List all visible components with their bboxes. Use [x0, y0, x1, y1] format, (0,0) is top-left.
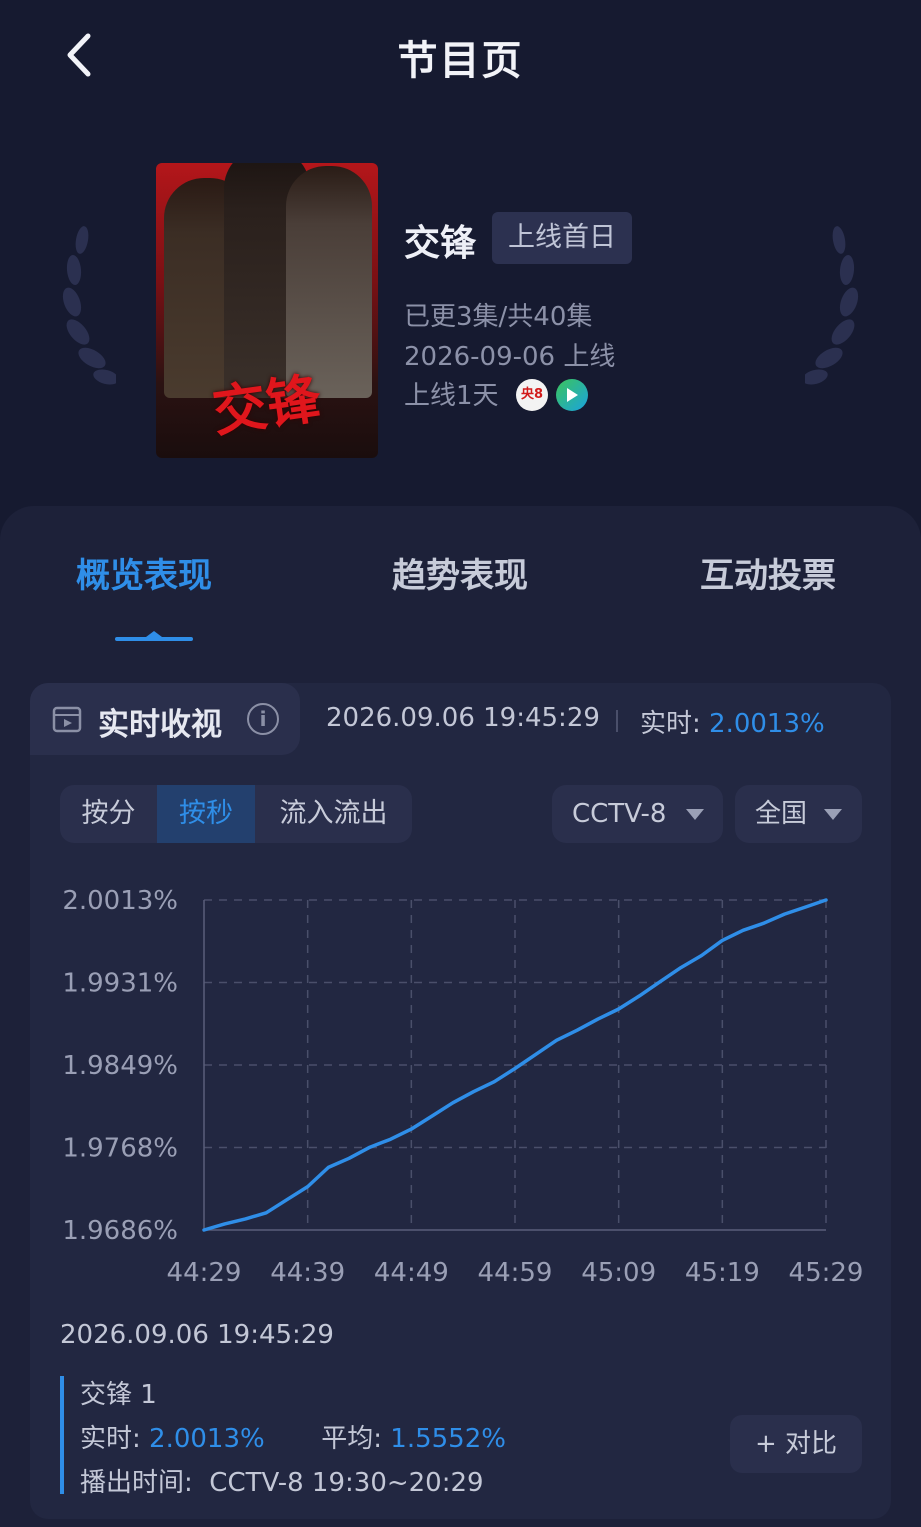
laurel-right-icon — [805, 226, 859, 385]
x-tick-label: 44:39 — [270, 1258, 345, 1288]
x-tick-label: 44:49 — [374, 1258, 449, 1288]
platform-icons: 央8 — [516, 379, 588, 411]
episode-count: 已更3集/共40集 — [404, 302, 593, 332]
realtime-title: 实时收视 — [98, 707, 222, 743]
y-tick-label: 1.9849% — [62, 1051, 178, 1081]
x-tick-label: 44:59 — [478, 1258, 553, 1288]
x-tick-label: 44:29 — [167, 1258, 242, 1288]
caret-down-icon — [686, 809, 704, 820]
caret-down-icon — [824, 809, 842, 820]
detail-name: 交锋 1 — [80, 1380, 157, 1410]
realtime-timestamp: 2026.09.06 19:45:29 — [326, 703, 600, 733]
status-badge: 上线首日 — [492, 212, 632, 264]
detail-airtime: 播出时间: CCTV-8 19:30~20:29 — [80, 1468, 484, 1498]
tab-indicator — [115, 631, 193, 641]
segment-flow[interactable]: 流入流出 — [255, 785, 412, 843]
channel-dropdown[interactable]: CCTV-8 — [552, 785, 723, 843]
detail-values: 实时: 2.0013% 平均: 1.5552% — [80, 1418, 506, 1455]
x-tick-label: 45:29 — [789, 1258, 864, 1288]
legend-color-bar — [60, 1376, 64, 1494]
release-date: 2026-09-06 上线 — [404, 342, 616, 372]
realtime-value: 2.0013% — [709, 709, 825, 739]
detail-timestamp: 2026.09.06 19:45:29 — [60, 1320, 334, 1350]
region-value: 全国 — [755, 799, 808, 829]
page-title: 节目页 — [397, 38, 524, 84]
poster-title: 交锋 — [208, 365, 325, 445]
tv-icon — [52, 706, 82, 733]
x-tick-label: 45:19 — [685, 1258, 760, 1288]
channel-value: CCTV-8 — [572, 799, 667, 829]
tab-vote[interactable]: 互动投票 — [700, 548, 836, 597]
realtime-value-label: 实时: 2.0013% — [640, 703, 825, 740]
region-dropdown[interactable]: 全国 — [735, 785, 862, 843]
show-title: 交锋 — [404, 223, 477, 264]
detail-realtime-value: 2.0013% — [149, 1424, 265, 1454]
compare-button[interactable]: + 对比 — [730, 1415, 862, 1473]
realtime-label-text: 实时: — [640, 709, 710, 739]
realtime-line-chart[interactable]: 2.0013% 1.9931% 1.9849% 1.9768% 1.9686% 44:29… — [50, 875, 880, 1295]
divider — [616, 710, 618, 732]
tab-trend[interactable]: 趋势表现 — [392, 548, 528, 597]
segment-by-minute[interactable]: 按分 — [60, 785, 157, 843]
header: 节目页 — [0, 0, 921, 110]
cctv8-icon[interactable]: 央8 — [516, 379, 548, 411]
laurel-left-icon — [62, 226, 116, 385]
y-tick-label: 1.9686% — [62, 1216, 178, 1246]
show-poster[interactable]: 交锋 — [156, 163, 378, 458]
play-icon[interactable] — [556, 379, 588, 411]
y-tick-label: 1.9768% — [62, 1134, 178, 1164]
detail-avg-label: 平均: — [321, 1424, 391, 1454]
x-tick-label: 45:09 — [581, 1258, 656, 1288]
online-days: 上线1天 — [404, 381, 499, 411]
info-icon[interactable]: i — [247, 703, 279, 735]
tab-overview[interactable]: 概览表现 — [76, 548, 212, 597]
y-tick-label: 1.9931% — [62, 969, 178, 999]
detail-avg-value: 1.5552% — [390, 1424, 506, 1454]
detail-realtime-label: 实时: — [80, 1424, 150, 1454]
granularity-segment: 按分 按秒 流入流出 — [60, 785, 412, 843]
segment-by-second[interactable]: 按秒 — [157, 785, 255, 843]
y-tick-label: 2.0013% — [62, 886, 178, 916]
